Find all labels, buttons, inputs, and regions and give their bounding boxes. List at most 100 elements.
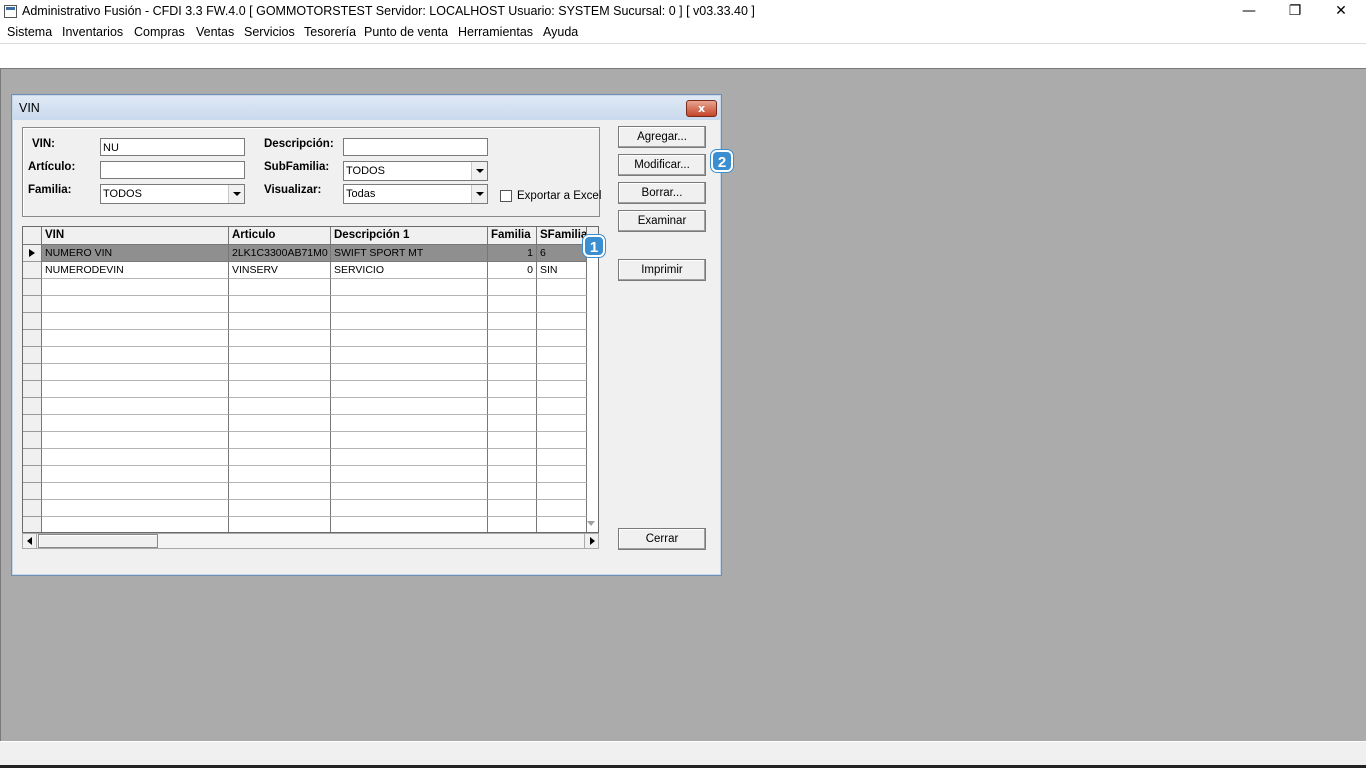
grid-cell-empty[interactable] [42, 517, 229, 532]
grid-cell-empty[interactable] [331, 364, 488, 381]
scroll-right-icon[interactable] [584, 534, 598, 548]
col-header-sfamilia[interactable]: SFamilia [537, 227, 587, 245]
menu-servicios[interactable]: Servicios [244, 25, 295, 39]
grid-cell-empty[interactable] [537, 364, 587, 381]
grid-cell-empty[interactable] [537, 296, 587, 313]
menu-tesoreria[interactable]: Tesorería [304, 25, 356, 39]
grid-cell-empty[interactable] [331, 279, 488, 296]
grid-cell-vin[interactable]: NUMERO VIN [42, 245, 229, 262]
grid-cell-empty[interactable] [331, 330, 488, 347]
menu-sistema[interactable]: Sistema [7, 25, 52, 39]
grid-cell-empty[interactable] [229, 313, 331, 330]
close-icon[interactable]: ✕ [1318, 0, 1364, 23]
dialog-title-bar[interactable]: VIN x [13, 96, 720, 120]
chevron-down-icon[interactable] [471, 185, 487, 203]
grid-cell-empty[interactable] [229, 330, 331, 347]
grid-cell-empty[interactable] [537, 517, 587, 532]
grid-cell-empty[interactable] [229, 279, 331, 296]
grid-cell-empty[interactable] [229, 415, 331, 432]
descripcion-input[interactable] [343, 138, 488, 156]
row-header[interactable] [23, 483, 42, 500]
grid-cell-empty[interactable] [488, 313, 537, 330]
grid-cell-empty[interactable] [537, 449, 587, 466]
grid-cell-empty[interactable] [537, 466, 587, 483]
grid-cell-empty[interactable] [331, 347, 488, 364]
horizontal-scrollbar[interactable] [22, 533, 599, 549]
grid-cell-empty[interactable] [229, 381, 331, 398]
grid-cell-familia[interactable]: 0 [488, 262, 537, 279]
menu-ventas[interactable]: Ventas [196, 25, 234, 39]
row-header[interactable] [23, 347, 42, 364]
grid-cell-empty[interactable] [42, 279, 229, 296]
examinar-button[interactable]: Examinar [618, 210, 706, 232]
row-header[interactable] [23, 330, 42, 347]
row-header[interactable] [23, 449, 42, 466]
dialog-close-icon[interactable]: x [686, 100, 717, 117]
row-header[interactable] [23, 313, 42, 330]
grid-cell-empty[interactable] [488, 432, 537, 449]
grid-cell-empty[interactable] [42, 398, 229, 415]
familia-select[interactable]: TODOS [100, 184, 245, 204]
grid-cell-empty[interactable] [229, 347, 331, 364]
grid-cell-empty[interactable] [331, 432, 488, 449]
grid-cell-empty[interactable] [488, 517, 537, 532]
grid-cell-empty[interactable] [331, 466, 488, 483]
agregar-button[interactable]: Agregar... [618, 126, 706, 148]
grid-cell-empty[interactable] [229, 483, 331, 500]
grid-cell-empty[interactable] [42, 432, 229, 449]
menu-punto-de-venta[interactable]: Punto de venta [364, 25, 448, 39]
grid-cell-empty[interactable] [488, 381, 537, 398]
grid-cell-empty[interactable] [42, 381, 229, 398]
col-header-vin[interactable]: VIN [42, 227, 229, 245]
grid-cell-empty[interactable] [331, 449, 488, 466]
chevron-down-icon[interactable] [471, 162, 487, 180]
grid-cell-empty[interactable] [488, 500, 537, 517]
row-header[interactable] [23, 517, 42, 532]
row-header[interactable] [23, 364, 42, 381]
menu-inventarios[interactable]: Inventarios [62, 25, 123, 39]
grid-cell-empty[interactable] [537, 347, 587, 364]
subfamilia-select[interactable]: TODOS [343, 161, 488, 181]
grid-cell-familia[interactable]: 1 [488, 245, 537, 262]
grid-cell-empty[interactable] [488, 483, 537, 500]
grid-cell-empty[interactable] [537, 398, 587, 415]
grid-cell-empty[interactable] [331, 381, 488, 398]
grid-cell-empty[interactable] [488, 449, 537, 466]
grid-cell-empty[interactable] [42, 449, 229, 466]
grid-cell-descripcion[interactable]: SWIFT SPORT MT [331, 245, 488, 262]
app-window-icon[interactable] [4, 5, 17, 18]
row-header[interactable] [23, 262, 42, 279]
grid-cell-empty[interactable] [229, 449, 331, 466]
col-header-articulo[interactable]: Articulo [229, 227, 331, 245]
grid-cell-sfamilia[interactable]: 6 [537, 245, 587, 262]
row-header[interactable] [23, 279, 42, 296]
grid-cell-empty[interactable] [229, 432, 331, 449]
vin-input[interactable]: NU [100, 138, 245, 156]
grid-cell-empty[interactable] [331, 415, 488, 432]
restore-icon[interactable]: ❐ [1272, 0, 1318, 23]
row-header[interactable] [23, 398, 42, 415]
grid-cell-empty[interactable] [42, 500, 229, 517]
grid-cell-empty[interactable] [42, 364, 229, 381]
scroll-down-icon[interactable] [584, 516, 598, 530]
grid-cell-sfamilia[interactable]: SIN [537, 262, 587, 279]
col-header-descripcion[interactable]: Descripción 1 [331, 227, 488, 245]
grid-cell-empty[interactable] [331, 500, 488, 517]
row-header[interactable] [23, 415, 42, 432]
grid-cell-empty[interactable] [42, 483, 229, 500]
grid-cell-empty[interactable] [488, 296, 537, 313]
visualizar-select[interactable]: Todas [343, 184, 488, 204]
grid-cell-empty[interactable] [331, 296, 488, 313]
grid-cell-empty[interactable] [537, 279, 587, 296]
grid-cell-empty[interactable] [488, 279, 537, 296]
row-header[interactable] [23, 466, 42, 483]
grid-cell-empty[interactable] [488, 398, 537, 415]
grid-cell-empty[interactable] [42, 347, 229, 364]
grid-cell-empty[interactable] [331, 313, 488, 330]
grid-cell-empty[interactable] [229, 466, 331, 483]
grid-cell-empty[interactable] [488, 415, 537, 432]
menu-herramientas[interactable]: Herramientas [458, 25, 533, 39]
grid-cell-empty[interactable] [229, 517, 331, 532]
grid-cell-empty[interactable] [42, 313, 229, 330]
imprimir-button[interactable]: Imprimir [618, 259, 706, 281]
